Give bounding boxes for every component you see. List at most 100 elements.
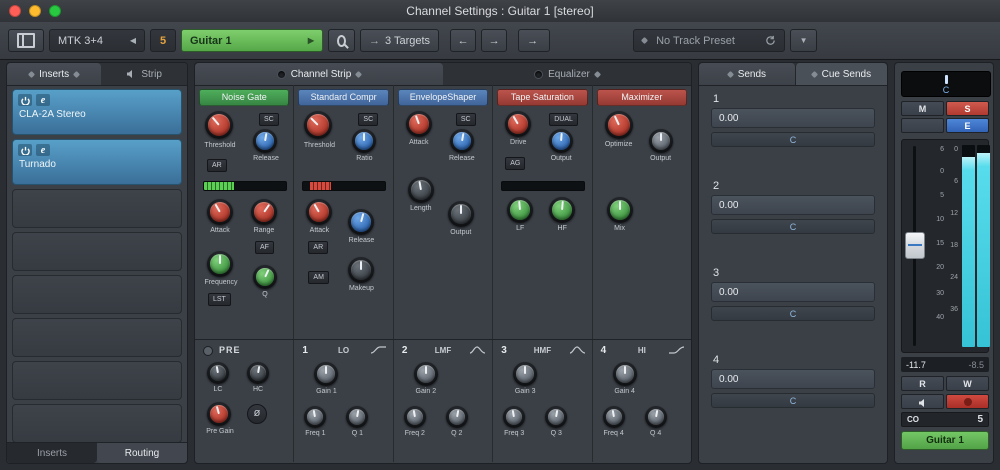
tab-strip[interactable]: Strip xyxy=(101,63,187,85)
eq-bypass-led[interactable] xyxy=(534,69,544,79)
output-routing-row[interactable]: CO 5 xyxy=(901,412,989,427)
jump-to-output-button[interactable]: → xyxy=(518,29,551,52)
insert-slot-2[interactable]: e Turnado xyxy=(12,139,182,185)
gate-q-knob[interactable] xyxy=(253,265,277,289)
gate-ar-button[interactable]: AR xyxy=(207,159,227,172)
previous-channel-button[interactable]: ← xyxy=(450,29,477,52)
eq3-freq-knob[interactable] xyxy=(503,406,526,428)
tape-drive-knob[interactable] xyxy=(505,111,532,137)
peak-icon[interactable] xyxy=(569,345,586,355)
pre-led[interactable] xyxy=(203,346,213,356)
gate-release-knob[interactable] xyxy=(253,129,277,153)
window-layout-button[interactable] xyxy=(8,29,44,52)
bottom-tab-inserts[interactable]: Inserts xyxy=(7,443,97,463)
gate-sc-button[interactable]: SC xyxy=(259,113,279,126)
zoom-window-button[interactable] xyxy=(49,5,61,17)
strip-bypass-led[interactable] xyxy=(276,69,286,79)
pre-gain-knob[interactable] xyxy=(207,402,231,426)
gate-af-button[interactable]: AF xyxy=(255,241,274,254)
eq2-q-knob[interactable] xyxy=(445,406,468,428)
maximizer-header[interactable]: Maximizer xyxy=(596,89,688,106)
insert-slot-8[interactable] xyxy=(12,404,182,443)
channel-search-button[interactable] xyxy=(328,29,355,52)
eq1-q-knob[interactable] xyxy=(346,406,369,428)
eq1-freq-knob[interactable] xyxy=(304,406,327,428)
comp-release-knob[interactable] xyxy=(348,209,375,235)
send-level-bar[interactable]: 0.00 xyxy=(711,195,875,215)
pre-lc-knob[interactable] xyxy=(207,362,229,384)
envelope-shaper-header[interactable]: EnvelopeShaper xyxy=(397,89,489,106)
pre-hc-knob[interactable] xyxy=(247,362,269,384)
gate-lst-button[interactable]: LST xyxy=(208,293,231,306)
send-level-bar[interactable]: 0.00 xyxy=(711,282,875,302)
pan-control[interactable]: C xyxy=(901,71,991,97)
channel-number-field[interactable]: 5 xyxy=(150,29,176,52)
write-automation-button[interactable]: W xyxy=(946,376,989,391)
comp-attack-knob[interactable] xyxy=(306,199,333,225)
send-level-bar[interactable]: 0.00 xyxy=(711,108,875,128)
tab-channel-strip[interactable]: Channel Strip xyxy=(195,63,443,85)
solo-button[interactable]: S xyxy=(946,101,989,116)
eq3-q-knob[interactable] xyxy=(545,406,568,428)
send-pan-bar[interactable]: C xyxy=(711,306,875,321)
tape-ag-button[interactable]: AG xyxy=(505,157,526,170)
comp-makeup-knob[interactable] xyxy=(348,257,375,283)
tape-lf-knob[interactable] xyxy=(507,197,534,223)
high-shelf-icon[interactable] xyxy=(668,345,685,355)
env-attack-knob[interactable] xyxy=(405,111,432,137)
comp-ar-button[interactable]: AR xyxy=(308,241,329,254)
close-window-button[interactable] xyxy=(9,5,21,17)
max-output-knob[interactable] xyxy=(648,129,673,153)
listen-button[interactable] xyxy=(901,118,944,133)
eq4-freq-knob[interactable] xyxy=(602,406,625,428)
gate-range-knob[interactable] xyxy=(251,199,277,225)
bottom-tab-routing[interactable]: Routing xyxy=(97,443,187,463)
insert-slot-4[interactable] xyxy=(12,232,182,271)
eq4-gain-knob[interactable] xyxy=(612,362,637,386)
comp-threshold-knob[interactable] xyxy=(304,111,333,139)
env-release-knob[interactable] xyxy=(449,129,474,153)
env-length-knob[interactable] xyxy=(407,177,434,203)
compressor-header[interactable]: Standard Compr xyxy=(298,89,389,106)
comp-ratio-knob[interactable] xyxy=(352,129,377,153)
volume-fader-handle[interactable] xyxy=(905,232,925,259)
insert-slot-5[interactable] xyxy=(12,275,182,314)
send-level-bar[interactable]: 0.00 xyxy=(711,369,875,389)
read-automation-button[interactable]: R xyxy=(901,376,944,391)
insert-slot-3[interactable] xyxy=(12,189,182,228)
tab-cue-sends[interactable]: Cue Sends xyxy=(794,63,887,85)
max-mix-knob[interactable] xyxy=(606,197,633,223)
plugin-power-icon[interactable] xyxy=(18,94,32,106)
send-pan-bar[interactable]: C xyxy=(711,393,875,408)
level-readout[interactable]: -11.7 -8.5 xyxy=(901,357,989,372)
tape-hf-knob[interactable] xyxy=(549,197,576,223)
channel-name-field[interactable]: Guitar 1 ▶ xyxy=(181,29,323,52)
low-shelf-icon[interactable] xyxy=(370,345,387,355)
tape-output-knob[interactable] xyxy=(549,129,574,153)
gate-frequency-knob[interactable] xyxy=(207,251,233,277)
input-routing-select[interactable]: MTK 3+4 ◀ xyxy=(49,29,145,52)
plugin-edit-icon[interactable]: e xyxy=(36,94,50,106)
insert-slot-6[interactable] xyxy=(12,318,182,357)
preset-menu-button[interactable]: ▼ xyxy=(790,29,818,52)
gate-attack-knob[interactable] xyxy=(207,199,233,225)
gate-threshold-knob[interactable] xyxy=(205,111,233,139)
tape-dual-button[interactable]: DUAL xyxy=(549,113,578,126)
eq2-freq-knob[interactable] xyxy=(403,406,426,428)
env-sc-button[interactable]: SC xyxy=(455,113,476,126)
eq1-gain-knob[interactable] xyxy=(314,362,339,386)
comp-sc-button[interactable]: SC xyxy=(358,113,379,126)
insert-slot-1[interactable]: e CLA-2A Stereo xyxy=(12,89,182,135)
tab-equalizer[interactable]: Equalizer xyxy=(443,63,691,85)
eq3-gain-knob[interactable] xyxy=(513,362,538,386)
monitor-button[interactable] xyxy=(901,394,944,409)
eq4-q-knob[interactable] xyxy=(644,406,667,428)
tape-saturation-header[interactable]: Tape Saturation xyxy=(497,89,588,106)
send-pan-bar[interactable]: C xyxy=(711,132,875,147)
noise-gate-header[interactable]: Noise Gate xyxy=(199,89,290,106)
edit-channel-button[interactable]: E xyxy=(946,118,989,133)
phase-button[interactable]: ø xyxy=(247,404,267,424)
tab-inserts[interactable]: Inserts xyxy=(7,63,102,85)
eq2-gain-knob[interactable] xyxy=(413,362,438,386)
max-optimize-knob[interactable] xyxy=(604,111,633,139)
